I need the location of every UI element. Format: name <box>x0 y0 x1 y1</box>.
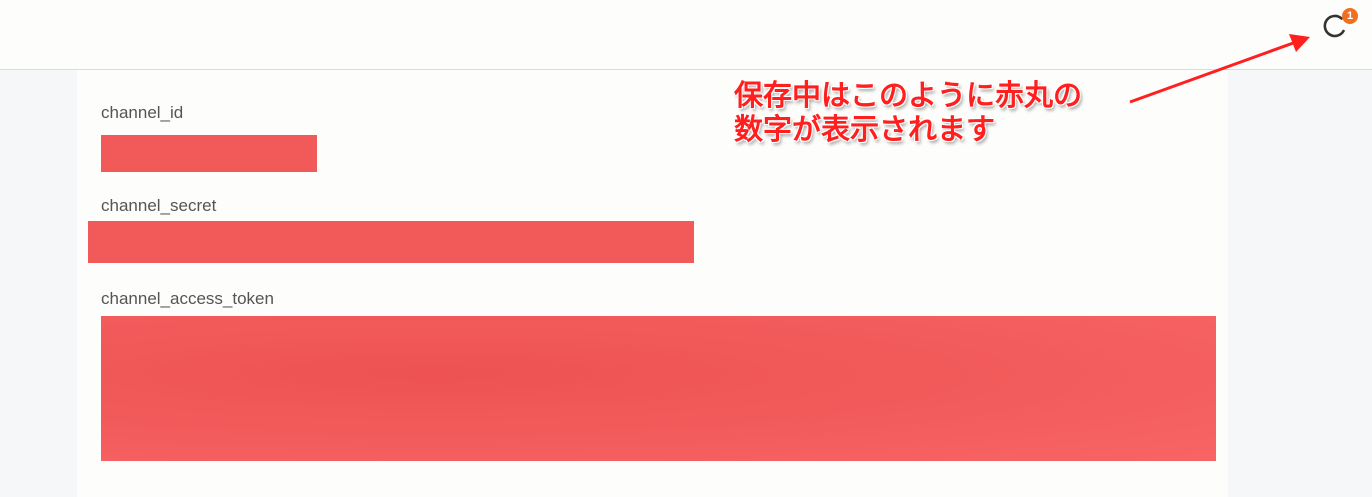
channel-id-label: channel_id <box>101 103 184 122</box>
channel-access-token-label: channel_access_token <box>101 289 274 308</box>
channel-id-input-redacted[interactable] <box>101 135 317 172</box>
pending-count-badge: 1 <box>1342 8 1358 24</box>
channel-secret-input-redacted[interactable] <box>88 221 694 263</box>
sync-status-button[interactable]: 1 <box>1318 8 1358 44</box>
channel-secret-label: channel_secret <box>101 196 217 215</box>
annotation-line-2: 数字が表示されます <box>734 112 996 146</box>
channel-access-token-input-redacted[interactable] <box>101 316 1216 461</box>
top-bar: 1 <box>0 0 1372 70</box>
annotation-callout: 保存中はこのように赤丸の 数字が表示されます <box>734 78 1082 146</box>
annotation-line-1: 保存中はこのように赤丸の <box>734 78 1083 112</box>
